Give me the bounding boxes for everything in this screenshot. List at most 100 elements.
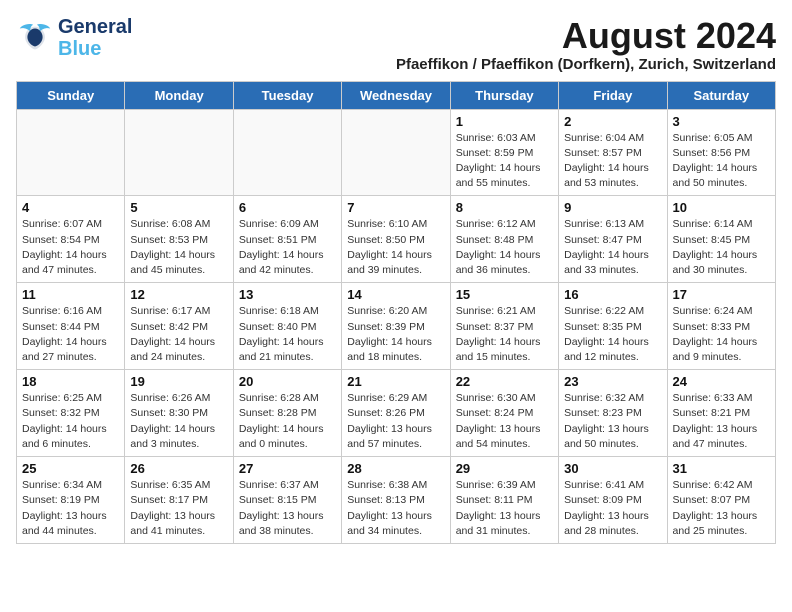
day-info: Sunrise: 6:39 AM Sunset: 8:11 PM Dayligh… <box>456 478 553 539</box>
day-info: Sunrise: 6:05 AM Sunset: 8:56 PM Dayligh… <box>673 131 770 192</box>
calendar-cell <box>17 109 125 196</box>
day-number: 13 <box>239 287 336 302</box>
logo: General Blue <box>16 16 132 60</box>
day-number: 11 <box>22 287 119 302</box>
day-info: Sunrise: 6:24 AM Sunset: 8:33 PM Dayligh… <box>673 304 770 365</box>
day-info: Sunrise: 6:38 AM Sunset: 8:13 PM Dayligh… <box>347 478 444 539</box>
calendar-cell: 8 Sunrise: 6:12 AM Sunset: 8:48 PM Daylig… <box>450 196 558 283</box>
day-info: Sunrise: 6:28 AM Sunset: 8:28 PM Dayligh… <box>239 391 336 452</box>
calendar-table: SundayMondayTuesdayWednesdayThursdayFrid… <box>16 81 776 544</box>
week-row-1: 1 Sunrise: 6:03 AM Sunset: 8:59 PM Daylig… <box>17 109 776 196</box>
week-row-4: 18 Sunrise: 6:25 AM Sunset: 8:32 PM Dayli… <box>17 370 776 457</box>
day-info: Sunrise: 6:25 AM Sunset: 8:32 PM Dayligh… <box>22 391 119 452</box>
weekday-header-thursday: Thursday <box>450 81 558 109</box>
calendar-cell: 3 Sunrise: 6:05 AM Sunset: 8:56 PM Daylig… <box>667 109 775 196</box>
day-info: Sunrise: 6:12 AM Sunset: 8:48 PM Dayligh… <box>456 217 553 278</box>
week-row-2: 4 Sunrise: 6:07 AM Sunset: 8:54 PM Daylig… <box>17 196 776 283</box>
day-number: 31 <box>673 461 770 476</box>
day-number: 27 <box>239 461 336 476</box>
day-info: Sunrise: 6:03 AM Sunset: 8:59 PM Dayligh… <box>456 131 553 192</box>
day-number: 14 <box>347 287 444 302</box>
day-number: 8 <box>456 200 553 215</box>
week-row-3: 11 Sunrise: 6:16 AM Sunset: 8:44 PM Dayli… <box>17 283 776 370</box>
day-info: Sunrise: 6:10 AM Sunset: 8:50 PM Dayligh… <box>347 217 444 278</box>
calendar-cell: 25Sunrise: 6:34 AM Sunset: 8:19 PM Dayli… <box>17 457 125 544</box>
day-info: Sunrise: 6:08 AM Sunset: 8:53 PM Dayligh… <box>130 217 227 278</box>
day-number: 25 <box>22 461 119 476</box>
weekday-header-row: SundayMondayTuesdayWednesdayThursdayFrid… <box>17 81 776 109</box>
day-number: 26 <box>130 461 227 476</box>
calendar-cell: 21 Sunrise: 6:29 AM Sunset: 8:26 PM Dayli… <box>342 370 450 457</box>
day-info: Sunrise: 6:04 AM Sunset: 8:57 PM Dayligh… <box>564 131 661 192</box>
calendar-cell: 15Sunrise: 6:21 AM Sunset: 8:37 PM Dayli… <box>450 283 558 370</box>
calendar-cell: 20 Sunrise: 6:28 AM Sunset: 8:28 PM Dayli… <box>233 370 341 457</box>
logo-blue: Blue <box>58 38 132 60</box>
weekday-header-saturday: Saturday <box>667 81 775 109</box>
calendar-cell: 19Sunrise: 6:26 AM Sunset: 8:30 PM Dayli… <box>125 370 233 457</box>
day-number: 20 <box>239 374 336 389</box>
calendar-title: August 2024 <box>396 16 776 56</box>
calendar-cell: 13 Sunrise: 6:18 AM Sunset: 8:40 PM Dayli… <box>233 283 341 370</box>
calendar-cell: 26 Sunrise: 6:35 AM Sunset: 8:17 PM Dayli… <box>125 457 233 544</box>
day-info: Sunrise: 6:29 AM Sunset: 8:26 PM Dayligh… <box>347 391 444 452</box>
day-number: 15 <box>456 287 553 302</box>
logo-general: General <box>58 16 132 38</box>
day-number: 4 <box>22 200 119 215</box>
day-info: Sunrise: 6:30 AM Sunset: 8:24 PM Dayligh… <box>456 391 553 452</box>
calendar-cell: 14Sunrise: 6:20 AM Sunset: 8:39 PM Dayli… <box>342 283 450 370</box>
day-info: Sunrise: 6:14 AM Sunset: 8:45 PM Dayligh… <box>673 217 770 278</box>
day-number: 9 <box>564 200 661 215</box>
day-info: Sunrise: 6:16 AM Sunset: 8:44 PM Dayligh… <box>22 304 119 365</box>
calendar-cell: 9 Sunrise: 6:13 AM Sunset: 8:47 PM Daylig… <box>559 196 667 283</box>
day-info: Sunrise: 6:35 AM Sunset: 8:17 PM Dayligh… <box>130 478 227 539</box>
calendar-cell: 16 Sunrise: 6:22 AM Sunset: 8:35 PM Dayli… <box>559 283 667 370</box>
day-info: Sunrise: 6:33 AM Sunset: 8:21 PM Dayligh… <box>673 391 770 452</box>
day-number: 3 <box>673 114 770 129</box>
calendar-cell: 30Sunrise: 6:41 AM Sunset: 8:09 PM Dayli… <box>559 457 667 544</box>
calendar-cell <box>233 109 341 196</box>
page-header: General Blue August 2024 Pfaeffikon / Pf… <box>16 16 776 73</box>
day-number: 16 <box>564 287 661 302</box>
day-number: 5 <box>130 200 227 215</box>
title-block: August 2024 Pfaeffikon / Pfaeffikon (Dor… <box>396 16 776 73</box>
day-info: Sunrise: 6:41 AM Sunset: 8:09 PM Dayligh… <box>564 478 661 539</box>
calendar-cell: 11 Sunrise: 6:16 AM Sunset: 8:44 PM Dayli… <box>17 283 125 370</box>
calendar-cell: 17 Sunrise: 6:24 AM Sunset: 8:33 PM Dayli… <box>667 283 775 370</box>
day-info: Sunrise: 6:07 AM Sunset: 8:54 PM Dayligh… <box>22 217 119 278</box>
logo-text: General Blue <box>58 16 132 60</box>
day-number: 7 <box>347 200 444 215</box>
calendar-cell: 22 Sunrise: 6:30 AM Sunset: 8:24 PM Dayli… <box>450 370 558 457</box>
day-number: 21 <box>347 374 444 389</box>
day-number: 6 <box>239 200 336 215</box>
day-info: Sunrise: 6:32 AM Sunset: 8:23 PM Dayligh… <box>564 391 661 452</box>
calendar-cell: 28Sunrise: 6:38 AM Sunset: 8:13 PM Dayli… <box>342 457 450 544</box>
day-number: 10 <box>673 200 770 215</box>
day-number: 24 <box>673 374 770 389</box>
calendar-cell <box>342 109 450 196</box>
day-info: Sunrise: 6:17 AM Sunset: 8:42 PM Dayligh… <box>130 304 227 365</box>
calendar-cell: 5 Sunrise: 6:08 AM Sunset: 8:53 PM Daylig… <box>125 196 233 283</box>
day-info: Sunrise: 6:22 AM Sunset: 8:35 PM Dayligh… <box>564 304 661 365</box>
week-row-5: 25Sunrise: 6:34 AM Sunset: 8:19 PM Dayli… <box>17 457 776 544</box>
day-number: 22 <box>456 374 553 389</box>
day-info: Sunrise: 6:26 AM Sunset: 8:30 PM Dayligh… <box>130 391 227 452</box>
day-info: Sunrise: 6:42 AM Sunset: 8:07 PM Dayligh… <box>673 478 770 539</box>
calendar-cell: 6 Sunrise: 6:09 AM Sunset: 8:51 PM Daylig… <box>233 196 341 283</box>
day-number: 18 <box>22 374 119 389</box>
day-info: Sunrise: 6:18 AM Sunset: 8:40 PM Dayligh… <box>239 304 336 365</box>
day-number: 17 <box>673 287 770 302</box>
day-number: 1 <box>456 114 553 129</box>
calendar-cell: 10 Sunrise: 6:14 AM Sunset: 8:45 PM Dayli… <box>667 196 775 283</box>
day-number: 2 <box>564 114 661 129</box>
calendar-cell: 18 Sunrise: 6:25 AM Sunset: 8:32 PM Dayli… <box>17 370 125 457</box>
day-info: Sunrise: 6:37 AM Sunset: 8:15 PM Dayligh… <box>239 478 336 539</box>
calendar-subtitle: Pfaeffikon / Pfaeffikon (Dorfkern), Zuri… <box>396 56 776 73</box>
weekday-header-sunday: Sunday <box>17 81 125 109</box>
weekday-header-tuesday: Tuesday <box>233 81 341 109</box>
calendar-cell: 2 Sunrise: 6:04 AM Sunset: 8:57 PM Daylig… <box>559 109 667 196</box>
day-info: Sunrise: 6:13 AM Sunset: 8:47 PM Dayligh… <box>564 217 661 278</box>
day-number: 29 <box>456 461 553 476</box>
calendar-cell: 12Sunrise: 6:17 AM Sunset: 8:42 PM Dayli… <box>125 283 233 370</box>
day-info: Sunrise: 6:09 AM Sunset: 8:51 PM Dayligh… <box>239 217 336 278</box>
calendar-cell: 7 Sunrise: 6:10 AM Sunset: 8:50 PM Daylig… <box>342 196 450 283</box>
